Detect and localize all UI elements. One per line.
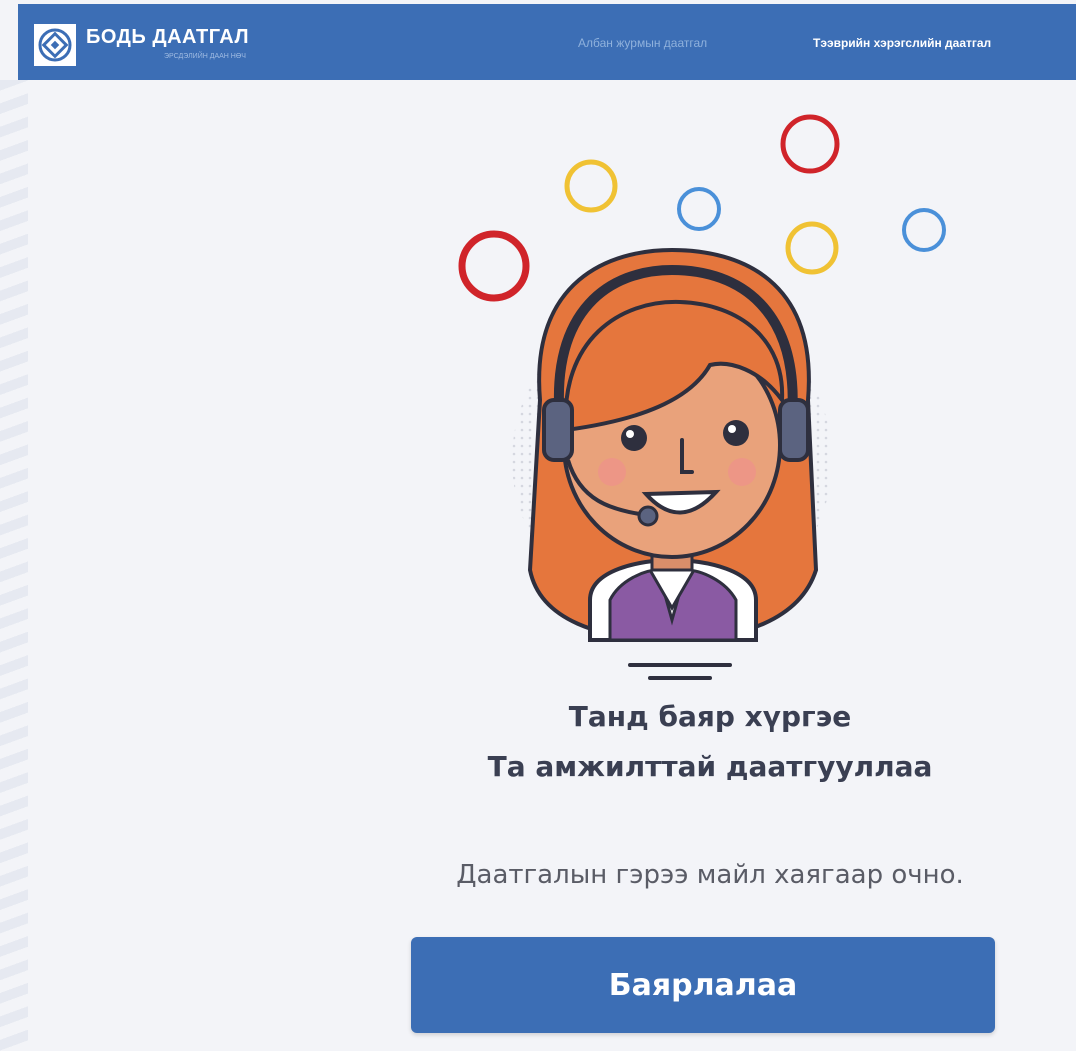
brand-title[interactable]: БОДЬ ДААТГАЛ <box>86 26 249 49</box>
left-decor <box>0 80 28 1051</box>
brand-logo-icon[interactable] <box>34 24 76 66</box>
nav-link-compulsory-insurance[interactable]: Албан журмын даатгал <box>578 36 707 50</box>
thank-you-button[interactable]: Баярлалаа <box>411 937 995 1033</box>
support-agent-illustration <box>440 100 960 700</box>
success-subheading: Та амжилттай даатгууллаа <box>487 750 933 783</box>
success-heading: Танд баяр хүргэе <box>568 700 852 733</box>
brand-subtitle: ЭРСДЭЛИЙН ДААН НӨЧ <box>164 53 246 60</box>
nav-link-vehicle-insurance[interactable]: Тээврийн хэрэгслийн даатгал <box>813 36 991 50</box>
top-navbar: БОДЬ ДААТГАЛ ЭРСДЭЛИЙН ДААН НӨЧ Албан жу… <box>18 4 1076 80</box>
contract-email-info: Даатгалын гэрээ майл хаягаар очно. <box>456 860 964 890</box>
